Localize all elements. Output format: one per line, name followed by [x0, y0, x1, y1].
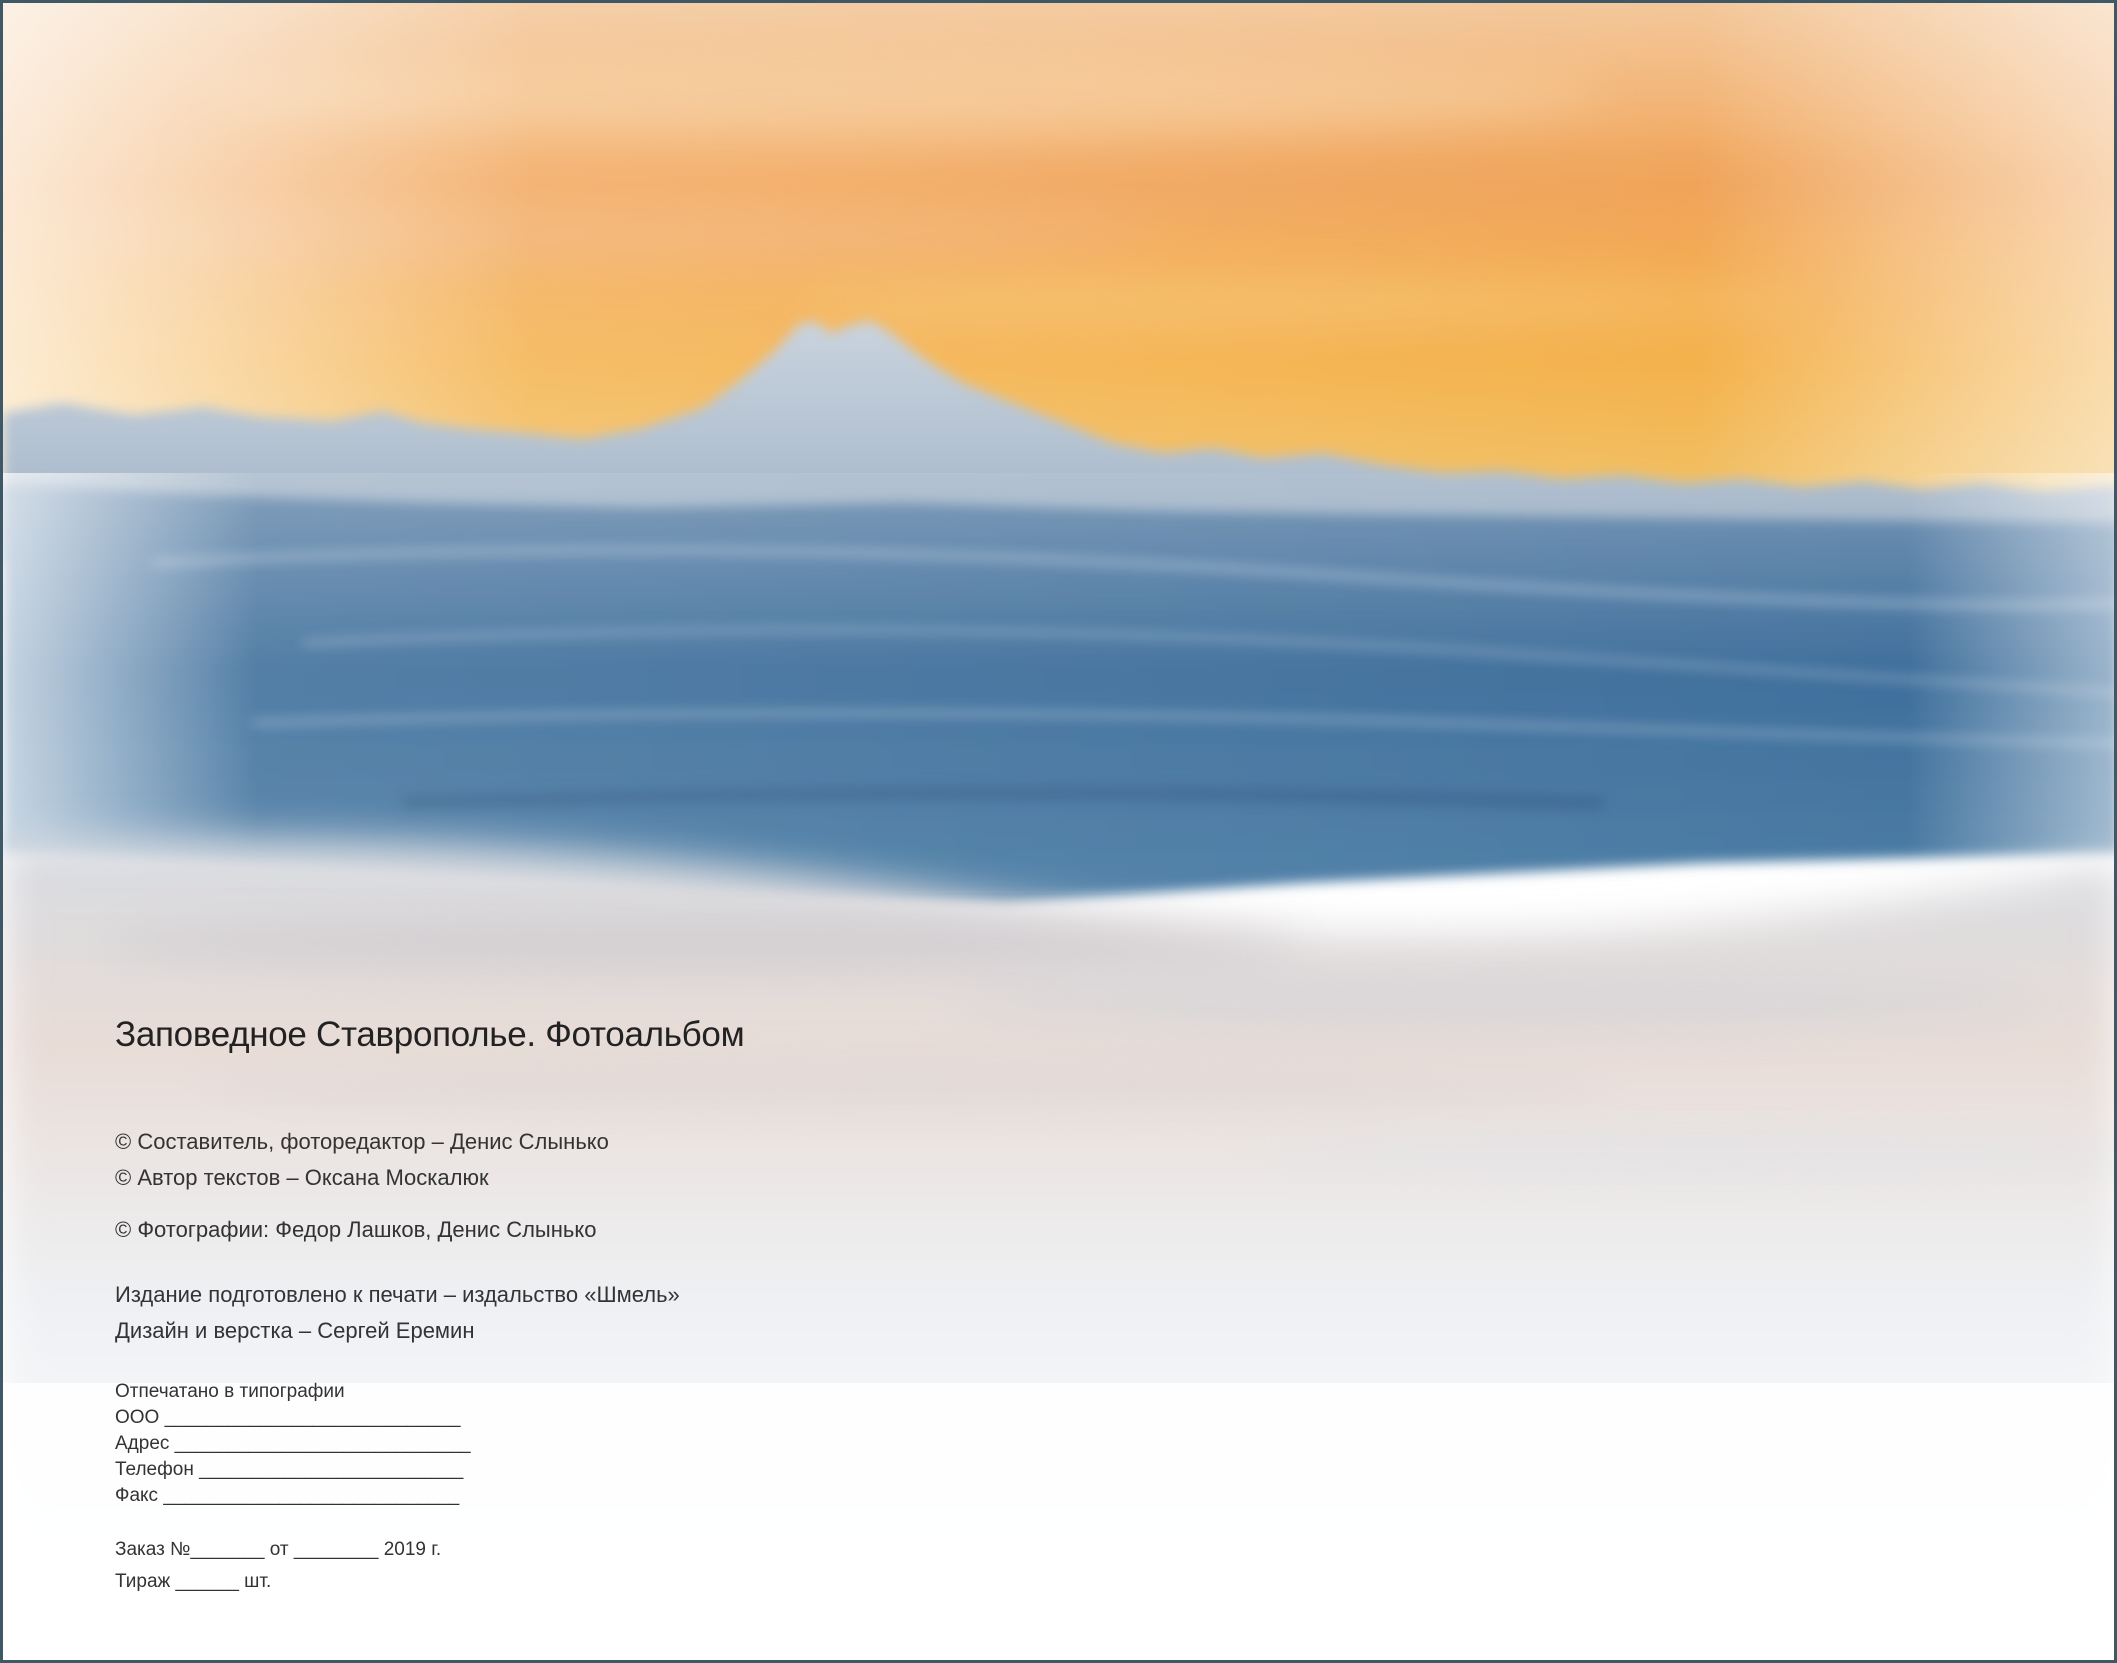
- text-author-credit: © Автор текстов – Оксана Москалюк: [115, 1165, 489, 1190]
- printing-heading: Отпечатано в типографии: [115, 1381, 345, 1402]
- printing-phone: Телефон _________________________: [115, 1459, 464, 1480]
- order-number: Заказ №_______ от ________ 2019 г.: [115, 1539, 442, 1560]
- design-credit: Дизайн и верстка – Сергей Еремин: [115, 1318, 475, 1343]
- printing-fax: Факс ____________________________: [115, 1485, 460, 1506]
- production-credits: Издание подготовлено к печати – издальст…: [115, 1277, 680, 1349]
- order-info: Заказ №_______ от ________ 2019 г. Тираж…: [115, 1534, 441, 1598]
- album-title: Заповедное Ставрополье. Фотоальбом: [115, 1015, 745, 1054]
- printing-address: Адрес ____________________________: [115, 1433, 471, 1454]
- compiler-credit: © Составитель, фоторедактор – Денис Слын…: [115, 1129, 609, 1154]
- book-imprint-page: Заповедное Ставрополье. Фотоальбом © Сос…: [0, 0, 2117, 1663]
- prepared-credit: Издание подготовлено к печати – издальст…: [115, 1282, 680, 1307]
- photo-credit: © Фотографии: Федор Лашков, Денис Слыньк…: [115, 1217, 597, 1242]
- circulation: Тираж ______ шт.: [115, 1571, 272, 1592]
- printing-company: ООО ____________________________: [115, 1407, 461, 1428]
- credits-authors: © Составитель, фоторедактор – Денис Слын…: [115, 1124, 609, 1196]
- printing-info: Отпечатано в типографии ООО ____________…: [115, 1379, 471, 1509]
